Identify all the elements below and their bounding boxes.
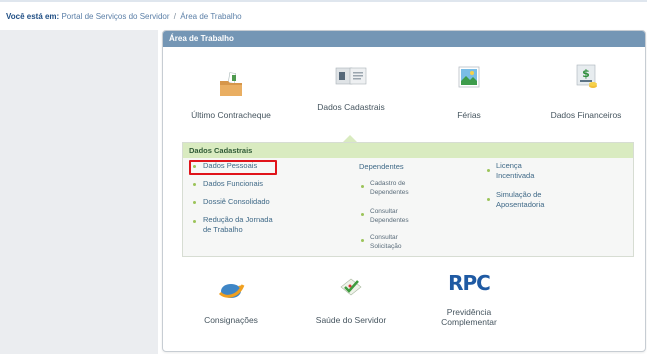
breadcrumb: Você está em: Portal de Serviços do Serv…	[6, 12, 242, 21]
medical-check-icon	[336, 275, 366, 304]
money-coins-icon: $	[573, 63, 599, 96]
tile-saude-servidor[interactable]: Saúde do Servidor	[291, 269, 411, 329]
tile-label: Dados Cadastrais	[317, 102, 385, 112]
link-consultar-dependentes[interactable]: Consultar Dependentes	[370, 207, 422, 225]
link-consultar-solicitacao[interactable]: Consultar Solicitação	[370, 233, 422, 251]
tile-label: Previdência Complementar	[441, 307, 497, 327]
bullet	[193, 165, 196, 168]
dependentes-heading[interactable]: Dependentes	[359, 162, 404, 171]
tile-dados-financeiros[interactable]: $ Dados Financeiros	[527, 64, 645, 127]
tile-previdencia-complementar[interactable]: RPC Previdência Complementar	[411, 269, 527, 339]
tile-dados-cadastrais[interactable]: Dados Cadastrais	[291, 67, 411, 127]
tile-label: Férias	[457, 110, 481, 120]
link-dossie-consolidado[interactable]: Dossiê Consolidado	[203, 197, 270, 207]
rpc-logo-icon: RPC	[448, 271, 491, 295]
tile-label: Consignações	[204, 315, 258, 325]
panel-header: Área de Trabalho	[163, 31, 645, 47]
bullet	[361, 213, 364, 216]
vacation-picture-icon	[457, 65, 481, 94]
left-sidebar	[0, 30, 158, 354]
bullet	[193, 220, 196, 223]
bullet	[361, 185, 364, 188]
top-border	[0, 0, 647, 2]
link-dados-funcionais[interactable]: Dados Funcionais	[203, 179, 263, 189]
link-cadastro-dependentes[interactable]: Cadastro de Dependentes	[370, 179, 422, 197]
submenu-pointer	[343, 135, 357, 142]
bullet	[193, 183, 196, 186]
tile-label: Último Contracheque	[191, 110, 271, 120]
globe-arrow-icon	[216, 277, 246, 306]
breadcrumb-title: Você está em:	[6, 12, 60, 21]
bullet	[361, 239, 364, 242]
link-licenca-incentivada[interactable]: Licença Incentivada	[496, 161, 546, 181]
breadcrumb-separator: /	[173, 12, 176, 21]
tile-label: Saúde do Servidor	[315, 315, 387, 325]
bullet	[487, 198, 490, 201]
id-cards-icon	[334, 63, 368, 94]
link-simulacao-aposentadoria[interactable]: Simulação de Aposentadoria	[496, 190, 566, 210]
workspace-panel: Área de Trabalho Último Contracheque Dad	[162, 30, 646, 352]
tile-ferias[interactable]: Férias	[411, 65, 527, 127]
breadcrumb-link-area-trabalho[interactable]: Área de Trabalho	[180, 12, 241, 21]
svg-text:$: $	[582, 67, 590, 80]
submenu-dados-cadastrais: Dados Cadastrais Dados Pessoais Dados Fu…	[182, 142, 634, 257]
folder-document-icon	[217, 71, 245, 104]
tile-label: Dados Financeiros	[550, 110, 622, 120]
link-dados-pessoais[interactable]: Dados Pessoais	[203, 161, 257, 171]
link-reducao-jornada[interactable]: Redução da Jornada de Trabalho	[203, 215, 283, 235]
bullet	[487, 169, 490, 172]
breadcrumb-link-portal[interactable]: Portal de Serviços do Servidor	[61, 12, 169, 21]
tile-consignacoes[interactable]: Consignações	[171, 269, 291, 329]
bullet	[193, 201, 196, 204]
tile-ultimo-contracheque[interactable]: Último Contracheque	[171, 67, 291, 127]
submenu-title: Dados Cadastrais	[183, 143, 633, 158]
